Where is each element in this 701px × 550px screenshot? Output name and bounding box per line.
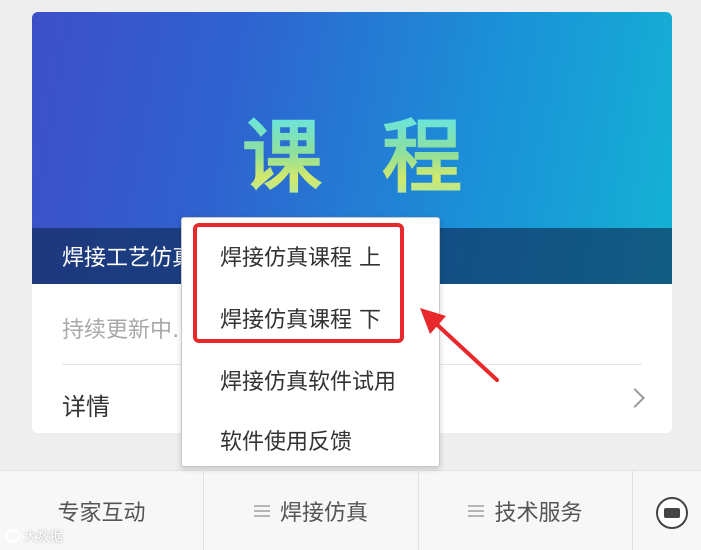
nav-item-label: 焊接仿真 (279, 501, 368, 526)
keyboard-glyph (664, 508, 680, 518)
watermark-logo-icon (6, 528, 20, 543)
menu-icon (253, 505, 270, 517)
nav-item-label: 专家互动 (57, 501, 146, 526)
highlight-box (193, 223, 404, 343)
details-label: 详情 (62, 393, 110, 421)
nav-item-welding-simulation[interactable]: 焊接仿真 (204, 471, 419, 550)
bottom-nav: 专家互动 焊接仿真 技术服务 (0, 470, 701, 550)
banner-title: 课程 (32, 108, 672, 208)
chevron-right-icon (625, 388, 645, 408)
nav-item-technical-service[interactable]: 技术服务 (419, 471, 633, 550)
watermark: 大数据 (6, 526, 63, 545)
nav-item-label: 技术服务 (494, 501, 583, 526)
menu-item-software-feedback[interactable]: 软件使用反馈 (220, 424, 352, 456)
menu-icon (468, 505, 485, 517)
menu-item-software-trial[interactable]: 焊接仿真软件试用 (220, 364, 396, 396)
keyboard-icon[interactable] (656, 497, 688, 529)
watermark-text: 大数据 (24, 530, 64, 545)
